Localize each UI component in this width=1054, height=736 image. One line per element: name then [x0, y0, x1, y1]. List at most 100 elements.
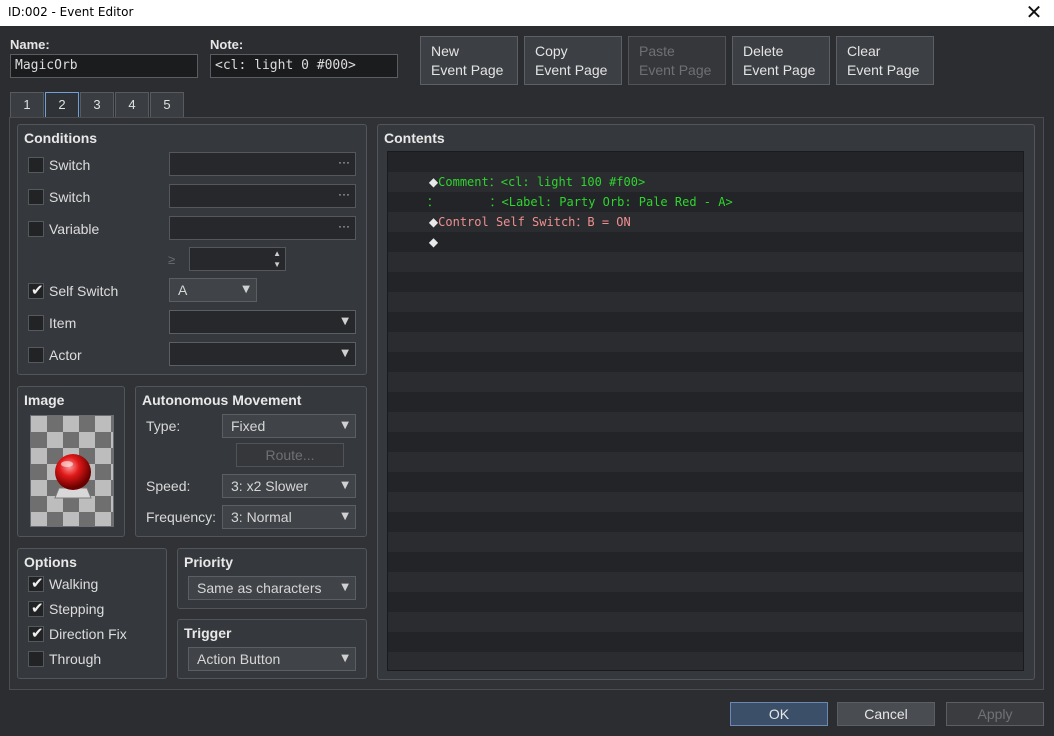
- copy-event-page-button[interactable]: Copy Event Page: [524, 36, 622, 85]
- diamond-icon: ◆: [428, 235, 439, 249]
- self-switch-select[interactable]: A ▼: [169, 278, 257, 302]
- item-select[interactable]: ▼: [169, 310, 356, 334]
- copy-event-page-label-line2: Event Page: [535, 62, 608, 78]
- route-button[interactable]: Route...: [236, 443, 344, 467]
- stepping-checkbox[interactable]: ✔: [28, 599, 44, 617]
- movement-type-value: Fixed: [231, 418, 266, 434]
- close-icon[interactable]: ✕: [1014, 0, 1054, 26]
- paste-event-page-button[interactable]: Paste Event Page: [628, 36, 726, 85]
- variable-selector[interactable]: ···: [169, 216, 356, 240]
- row-stripe: [388, 332, 1023, 352]
- item-checkbox[interactable]: [28, 315, 44, 331]
- tab-5[interactable]: 5: [150, 92, 184, 118]
- tab-1[interactable]: 1: [10, 92, 44, 118]
- red-orb-icon: [54, 454, 92, 499]
- tab-2[interactable]: 2: [45, 92, 79, 119]
- priority-panel: Priority Same as characters ▼: [177, 548, 367, 609]
- row-stripe: [388, 412, 1023, 432]
- row-stripe: [388, 572, 1023, 592]
- row-stripe: [388, 612, 1023, 632]
- switch1-label: Switch: [49, 157, 91, 173]
- delete-event-page-label-line1: Delete: [743, 43, 784, 59]
- ellipsis-icon: ···: [338, 187, 350, 201]
- apply-button[interactable]: Apply: [946, 702, 1044, 726]
- conditions-title: Conditions: [24, 130, 98, 146]
- movement-type-select[interactable]: Fixed ▼: [222, 414, 356, 438]
- name-label: Name:: [10, 37, 50, 52]
- self-switch-value: A: [178, 282, 188, 298]
- ellipsis-icon: ···: [338, 219, 350, 233]
- chevron-down-icon: ▼: [341, 653, 349, 664]
- command-line[interactable]: ◆: [388, 212, 1023, 249]
- contents-title: Contents: [384, 130, 445, 146]
- trigger-title: Trigger: [184, 625, 232, 641]
- cancel-button[interactable]: Cancel: [837, 702, 935, 726]
- new-event-page-label-line2: Event Page: [431, 62, 504, 78]
- command-line[interactable]: ◆Control Self Switch：B = ON: [388, 192, 1023, 229]
- copy-event-page-label-line1: Copy: [535, 43, 568, 59]
- direction-fix-label: Direction Fix: [49, 626, 127, 642]
- row-stripe: [388, 652, 1023, 670]
- variable-value-spinner[interactable]: ▲ ▼: [189, 247, 286, 271]
- priority-value: Same as characters: [197, 580, 322, 596]
- note-input[interactable]: <cl: light 0 #000>: [210, 54, 398, 78]
- direction-fix-checkbox[interactable]: ✔: [28, 624, 44, 642]
- priority-title: Priority: [184, 554, 234, 570]
- switch1-selector[interactable]: ···: [169, 152, 356, 176]
- trigger-select[interactable]: Action Button ▼: [188, 647, 356, 671]
- tab-4[interactable]: 4: [115, 92, 149, 118]
- chevron-down-icon: ▼: [341, 480, 349, 491]
- walking-checkbox[interactable]: ✔: [28, 574, 44, 592]
- variable-operator: ≥: [168, 252, 176, 267]
- walking-label: Walking: [49, 576, 99, 592]
- checkmark-icon: ✔: [31, 599, 44, 617]
- ok-button[interactable]: OK: [730, 702, 828, 726]
- note-label: Note:: [210, 37, 244, 52]
- clear-event-page-button[interactable]: Clear Event Page: [836, 36, 934, 85]
- ellipsis-icon: ···: [338, 155, 350, 169]
- switch1-checkbox[interactable]: [28, 157, 44, 173]
- spinner-arrows-icon[interactable]: ▲ ▼: [273, 248, 281, 270]
- variable-checkbox[interactable]: [28, 221, 44, 237]
- movement-speed-select[interactable]: 3: x2 Slower ▼: [222, 474, 356, 498]
- self-switch-checkbox[interactable]: ✔: [28, 281, 44, 299]
- window-title: ID:002 - Event Editor: [8, 5, 134, 19]
- row-stripe: [388, 532, 1023, 552]
- new-event-page-button[interactable]: New Event Page: [420, 36, 518, 85]
- paste-event-page-label-line1: Paste: [639, 43, 675, 59]
- delete-event-page-label-line2: Event Page: [743, 62, 816, 78]
- priority-select[interactable]: Same as characters ▼: [188, 576, 356, 600]
- chevron-down-icon: ▼: [341, 420, 349, 431]
- chevron-down-icon: ▼: [341, 316, 349, 327]
- clear-event-page-label-line1: Clear: [847, 43, 881, 59]
- trigger-value: Action Button: [197, 651, 281, 667]
- through-checkbox[interactable]: [28, 651, 44, 667]
- item-label: Item: [49, 315, 77, 331]
- name-input[interactable]: MagicOrb: [10, 54, 198, 78]
- stepping-label: Stepping: [49, 601, 105, 617]
- delete-event-page-button[interactable]: Delete Event Page: [732, 36, 830, 85]
- actor-checkbox[interactable]: [28, 347, 44, 363]
- switch2-checkbox[interactable]: [28, 189, 44, 205]
- event-image[interactable]: [30, 415, 114, 527]
- clear-event-page-label-line2: Event Page: [847, 62, 920, 78]
- row-stripe: [388, 372, 1023, 392]
- movement-speed-value: 3: x2 Slower: [231, 478, 309, 494]
- command-line[interactable]: ◆Comment：<cl: light 100 #f00>: [388, 152, 1023, 189]
- actor-select[interactable]: ▼: [169, 342, 356, 366]
- options-title: Options: [24, 554, 77, 570]
- movement-frequency-select[interactable]: 3: Normal ▼: [222, 505, 356, 529]
- image-panel: Image: [17, 386, 125, 537]
- chevron-down-icon: ▼: [341, 582, 349, 593]
- paste-event-page-label-line2: Event Page: [639, 62, 712, 78]
- command-line[interactable]: ： ：<Label: Party Orb: Pale Red - A>: [388, 172, 1023, 209]
- image-title: Image: [24, 392, 65, 408]
- checkmark-icon: ✔: [31, 574, 44, 592]
- self-switch-label: Self Switch: [49, 283, 119, 299]
- switch2-selector[interactable]: ···: [169, 184, 356, 208]
- row-stripe: [388, 252, 1023, 272]
- event-command-list[interactable]: ◆Comment：<cl: light 100 #f00> ： ：<Label:…: [387, 151, 1024, 671]
- row-stripe: [388, 492, 1023, 512]
- new-event-page-label-line1: New: [431, 43, 460, 59]
- tab-3[interactable]: 3: [80, 92, 114, 118]
